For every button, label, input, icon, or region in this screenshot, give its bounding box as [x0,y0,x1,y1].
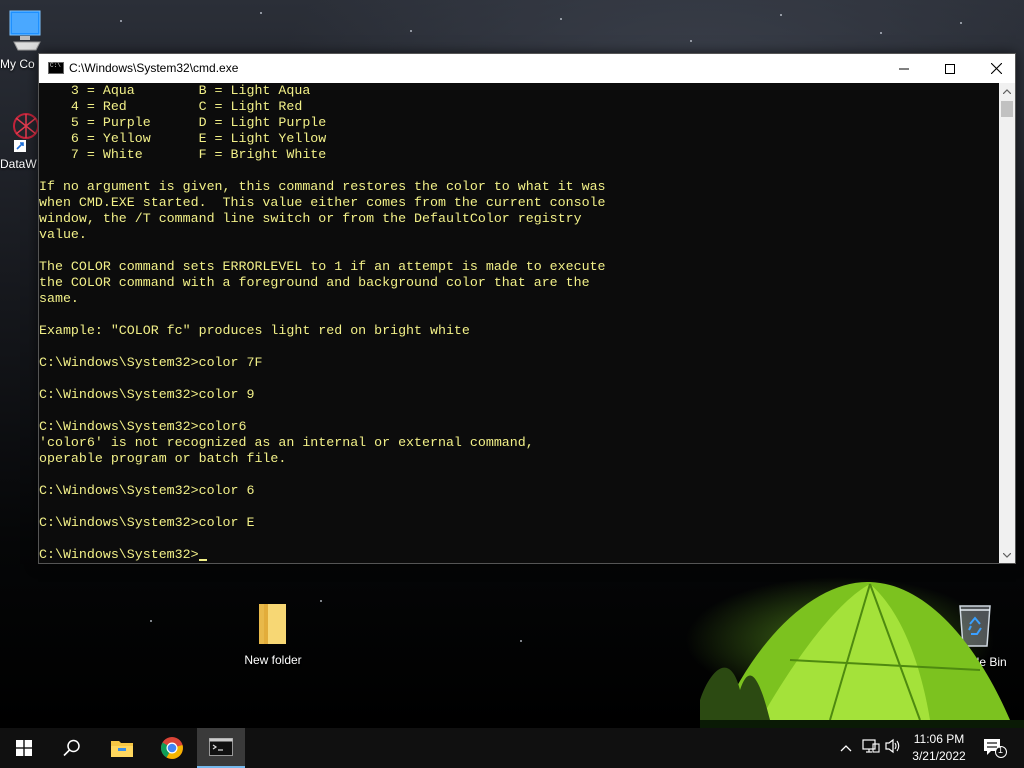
console-line: C:\Windows\System32>color E [39,515,255,530]
taskbar-file-explorer[interactable] [98,728,146,768]
cmd-window[interactable]: C:\Windows\System32\cmd.exe 3 = Aqua B =… [38,53,1016,564]
console-line: C:\Windows\System32>color 6 [39,483,255,498]
close-icon [990,63,1002,74]
console-line: 5 = Purple D = Light Purple [39,115,327,130]
desktop-icon-label: New folder [244,653,302,667]
console-line: 'color6' is not recognized as an interna… [39,435,534,450]
notification-icon [984,739,1007,758]
clock[interactable]: 11:06 PM 3/21/2022 [906,731,972,765]
clock-date: 3/21/2022 [912,749,966,763]
console-line: when CMD.EXE started. This value either … [39,195,606,210]
scrollbar-thumb[interactable] [1001,101,1013,117]
console-line: window, the /T command line switch or fr… [39,211,582,226]
minimize-icon [899,68,909,69]
console-line: C:\Windows\System32>color 9 [39,387,255,402]
desktop-icon-label: DataW [0,157,37,171]
desktop-icon-new-folder[interactable]: New folder [238,602,308,667]
console-line: same. [39,291,79,306]
search-button[interactable] [48,728,96,768]
chevron-up-icon [1003,88,1011,94]
console-line: If no argument is given, this command re… [39,179,606,194]
computer-icon [9,10,41,51]
console-line: The COLOR command sets ERRORLEVEL to 1 i… [39,259,606,274]
clock-time: 11:06 PM [913,732,965,746]
title-bar[interactable]: C:\Windows\System32\cmd.exe [39,54,1015,83]
wallpaper-tent [700,581,1024,728]
console-line: 7 = White F = Bright White [39,147,327,162]
file-explorer-icon [111,741,133,757]
volume-icon[interactable] [884,738,902,757]
console-prompt: C:\Windows\System32> [39,547,199,562]
taskbar: 11:06 PM 3/21/2022 1 [0,728,1024,768]
console-output[interactable]: 3 = Aqua B = Light Aqua 4 = Red C = Ligh… [39,83,999,563]
chrome-icon [161,737,183,759]
desktop-icon-datawrapper[interactable]: DataW [0,110,40,171]
vertical-scrollbar[interactable] [999,83,1015,563]
maximize-button[interactable] [927,54,973,83]
folder-icon [259,604,286,644]
maximize-icon [945,63,955,74]
console-line: C:\Windows\System32>color6 [39,419,247,434]
scroll-up-button[interactable] [999,83,1015,99]
console-line: 3 = Aqua B = Light Aqua [39,83,311,98]
scroll-down-button[interactable] [999,547,1015,563]
console-line: the COLOR command with a foreground and … [39,275,590,290]
close-button[interactable] [973,54,1019,83]
search-icon [63,739,80,757]
chevron-up-icon[interactable] [840,739,852,755]
console-prompt-line[interactable]: C:\Windows\System32> [39,547,999,563]
minimize-button[interactable] [881,54,927,83]
cmd-icon [209,738,233,756]
chevron-down-icon [1003,552,1011,558]
console-line: 4 = Red C = Light Red [39,99,303,114]
windows-start-icon [16,740,32,756]
console-line: 6 = Yellow E = Light Yellow [39,131,327,146]
datawrapper-icon [13,113,39,152]
window-title: C:\Windows\System32\cmd.exe [69,61,239,75]
console-line: value. [39,227,87,242]
cmd-icon [48,62,64,74]
network-icon[interactable] [862,738,880,757]
console-line: C:\Windows\System32>color 7F [39,355,263,370]
notification-button[interactable]: 1 [983,738,1007,761]
taskbar-cmd[interactable] [197,728,245,768]
notification-count: 1 [998,745,1004,755]
start-button[interactable] [0,728,48,768]
console-line: operable program or batch file. [39,451,287,466]
text-cursor [198,559,207,561]
console-line: Example: "COLOR fc" produces light red o… [39,323,470,338]
taskbar-chrome[interactable] [148,728,196,768]
